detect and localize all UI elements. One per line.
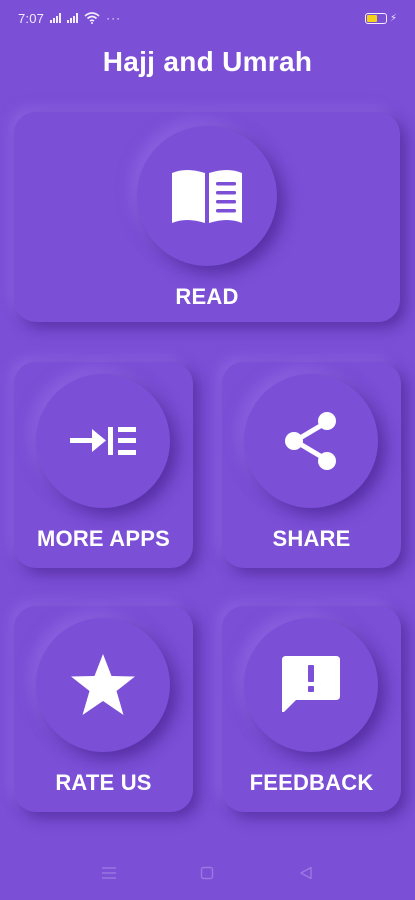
feedback-icon-circle [244,618,378,752]
battery-icon [364,12,387,24]
home-icon[interactable] [197,863,217,883]
wifi-icon [84,12,100,24]
status-right: ⚡ [364,12,397,24]
feedback-label: FEEDBACK [249,770,374,795]
charging-icon: ⚡ [389,12,397,24]
status-time: 7:07 [18,10,45,26]
read-label: READ [175,284,239,309]
feedback-icon [282,656,340,712]
rate-us-label: RATE US [55,770,152,795]
page-title: Hajj and Umrah [102,46,313,77]
status-left: 7:07 ··· [18,11,121,26]
share-button[interactable]: SHARE [222,362,401,568]
feedback-button[interactable]: FEEDBACK [222,606,401,812]
signal-icon [50,13,62,23]
book-open-icon [172,170,242,223]
back-icon[interactable] [296,863,316,883]
star-icon [71,654,135,715]
system-nav-bar [0,850,415,896]
share-icon [285,412,336,470]
arrow-into-list-icon [70,427,136,455]
more-apps-icon-circle [36,374,170,508]
read-button[interactable]: READ [14,112,400,322]
share-label: SHARE [272,526,351,551]
battery-fill [366,14,377,22]
rate-us-icon-circle [36,618,170,752]
status-bar: 7:07 ··· ⚡ [0,0,415,36]
menu-icon[interactable] [99,863,119,883]
more-apps-button[interactable]: MORE APPS [14,362,193,568]
rate-us-button[interactable]: RATE US [14,606,193,812]
share-icon-circle [244,374,378,508]
app-screen: 7:07 ··· ⚡ Hajj and Umrah READ MORE APPS… [0,0,415,900]
signal-icon-2 [67,13,79,23]
status-more-dots: ··· [106,11,122,25]
more-apps-label: MORE APPS [36,526,170,551]
read-icon-circle [137,126,277,266]
